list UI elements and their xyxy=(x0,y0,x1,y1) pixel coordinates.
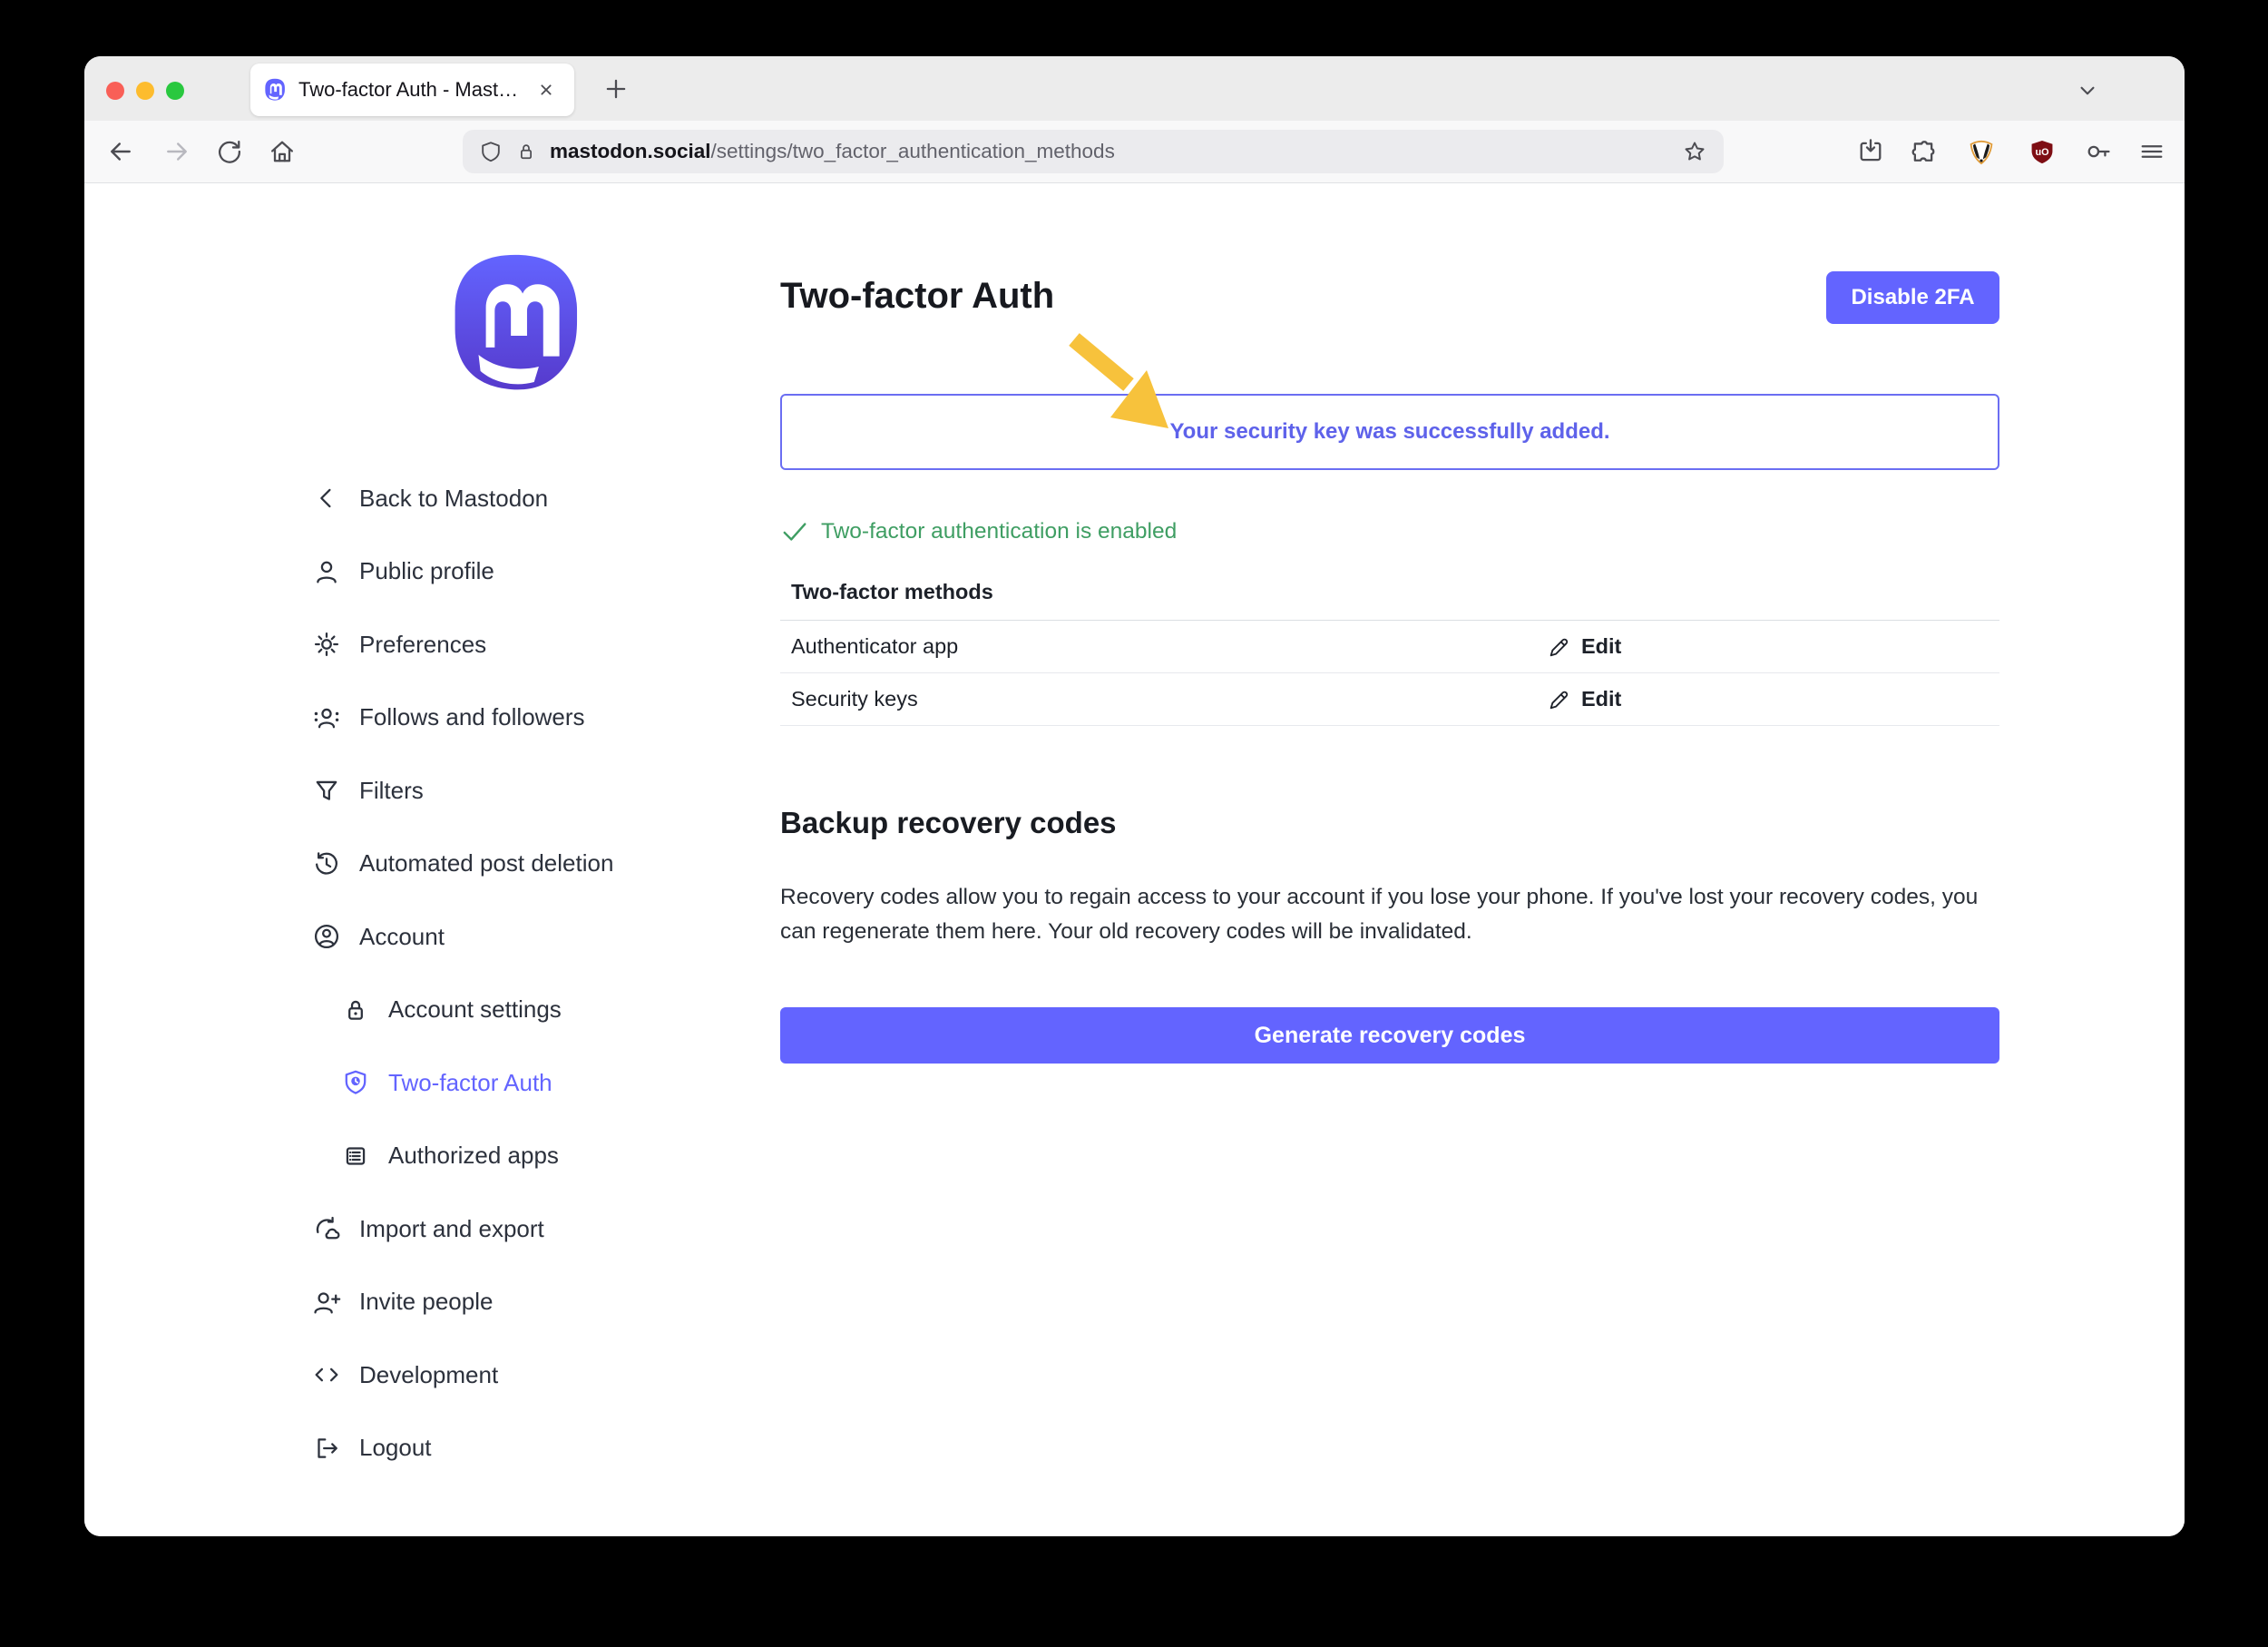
methods-header: Two-factor methods xyxy=(780,564,1999,621)
browser-window: Two-factor Auth - Mastodon xyxy=(84,56,2185,1536)
close-window-button[interactable] xyxy=(106,82,124,100)
sidebar-item-authorized-apps[interactable]: Authorized apps xyxy=(340,1136,559,1176)
address-text: mastodon.social/settings/two_factor_auth… xyxy=(550,140,1115,163)
chevron-left-icon xyxy=(311,483,342,514)
status-text: Two-factor authentication is enabled xyxy=(821,519,1177,544)
browser-tab[interactable]: Two-factor Auth - Mastodon xyxy=(250,64,574,116)
save-page-icon[interactable] xyxy=(1850,131,1892,172)
back-button[interactable] xyxy=(100,131,142,172)
disable-2fa-button[interactable]: Disable 2FA xyxy=(1826,271,1999,324)
backup-recovery-description: Recovery codes allow you to regain acces… xyxy=(780,880,1982,949)
tracking-shield-icon[interactable] xyxy=(479,140,503,163)
lock-icon xyxy=(340,995,371,1025)
svg-text:uO: uO xyxy=(2035,147,2048,158)
two-factor-methods-table: Two-factor methods Authenticator app Edi… xyxy=(780,564,1999,726)
tab-close-icon[interactable] xyxy=(531,74,562,105)
tab-list-chevron-icon[interactable] xyxy=(2069,73,2106,109)
extensions-puzzle-icon[interactable] xyxy=(1902,131,1944,172)
lock-icon[interactable] xyxy=(515,141,537,162)
gear-icon xyxy=(311,629,342,660)
person-icon xyxy=(311,556,342,587)
check-icon xyxy=(781,518,808,545)
history-icon xyxy=(311,848,342,879)
sidebar-item-two-factor-auth[interactable]: Two-factor Auth xyxy=(340,1063,552,1103)
generate-recovery-codes-button[interactable]: Generate recovery codes xyxy=(780,1007,1999,1064)
menu-hamburger-icon[interactable] xyxy=(2131,131,2173,172)
minimize-window-button[interactable] xyxy=(136,82,154,100)
sidebar-item-back-to-mastodon[interactable]: Back to Mastodon xyxy=(311,478,548,518)
edit-link[interactable]: Edit xyxy=(1547,634,1621,659)
sidebar-item-follows-and-followers[interactable]: Follows and followers xyxy=(311,698,585,738)
import-export-icon xyxy=(311,1213,342,1244)
browser-toolbar: mastodon.social/settings/two_factor_auth… xyxy=(84,121,2185,183)
success-notice: Your security key was successfully added… xyxy=(780,394,1999,470)
pencil-icon xyxy=(1547,688,1570,711)
backup-recovery-title: Backup recovery codes xyxy=(780,806,1117,840)
new-tab-button[interactable] xyxy=(598,71,634,107)
list-icon xyxy=(340,1141,371,1172)
sidebar-item-automated-post-deletion[interactable]: Automated post deletion xyxy=(311,844,613,884)
sidebar-item-account[interactable]: Account xyxy=(311,917,445,956)
account-circle-icon xyxy=(311,921,342,952)
reload-button[interactable] xyxy=(209,131,250,172)
2fa-status: Two-factor authentication is enabled xyxy=(781,514,1177,550)
bookmark-star-icon[interactable] xyxy=(1682,139,1707,164)
edit-link[interactable]: Edit xyxy=(1547,687,1621,711)
zoom-window-button[interactable] xyxy=(166,82,184,100)
method-row-security-keys: Security keys Edit xyxy=(780,673,1999,726)
tab-title: Two-factor Auth - Mastodon xyxy=(298,78,519,102)
sidebar-item-logout[interactable]: Logout xyxy=(311,1428,432,1468)
url-bar[interactable]: mastodon.social/settings/two_factor_auth… xyxy=(463,130,1724,173)
privacy-badger-icon[interactable] xyxy=(1960,131,2002,172)
home-button[interactable] xyxy=(261,131,303,172)
sidebar-item-preferences[interactable]: Preferences xyxy=(311,624,486,664)
people-icon xyxy=(311,702,342,733)
funnel-icon xyxy=(311,775,342,806)
sidebar-item-filters[interactable]: Filters xyxy=(311,770,424,810)
mastodon-favicon xyxy=(263,78,287,102)
shield-clock-icon xyxy=(340,1067,371,1098)
logout-icon xyxy=(311,1433,342,1464)
mastodon-logo xyxy=(442,250,589,397)
tab-strip: Two-factor Auth - Mastodon xyxy=(84,56,2185,121)
pencil-icon xyxy=(1547,635,1570,659)
sidebar-item-development[interactable]: Development xyxy=(311,1355,498,1395)
notice-text: Your security key was successfully added… xyxy=(1169,419,1609,445)
sidebar-item-public-profile[interactable]: Public profile xyxy=(311,552,494,592)
person-add-icon xyxy=(311,1287,342,1318)
forward-button[interactable] xyxy=(156,131,198,172)
code-icon xyxy=(311,1359,342,1390)
method-row-authenticator-app: Authenticator app Edit xyxy=(780,621,1999,673)
password-key-icon[interactable] xyxy=(2077,131,2119,172)
page-title: Two-factor Auth xyxy=(780,276,1054,317)
ublock-origin-icon[interactable]: uO xyxy=(2021,131,2063,172)
sidebar-item-import-and-export[interactable]: Import and export xyxy=(311,1209,544,1249)
sidebar-item-invite-people[interactable]: Invite people xyxy=(311,1282,493,1322)
sidebar-item-account-settings[interactable]: Account settings xyxy=(340,990,562,1030)
